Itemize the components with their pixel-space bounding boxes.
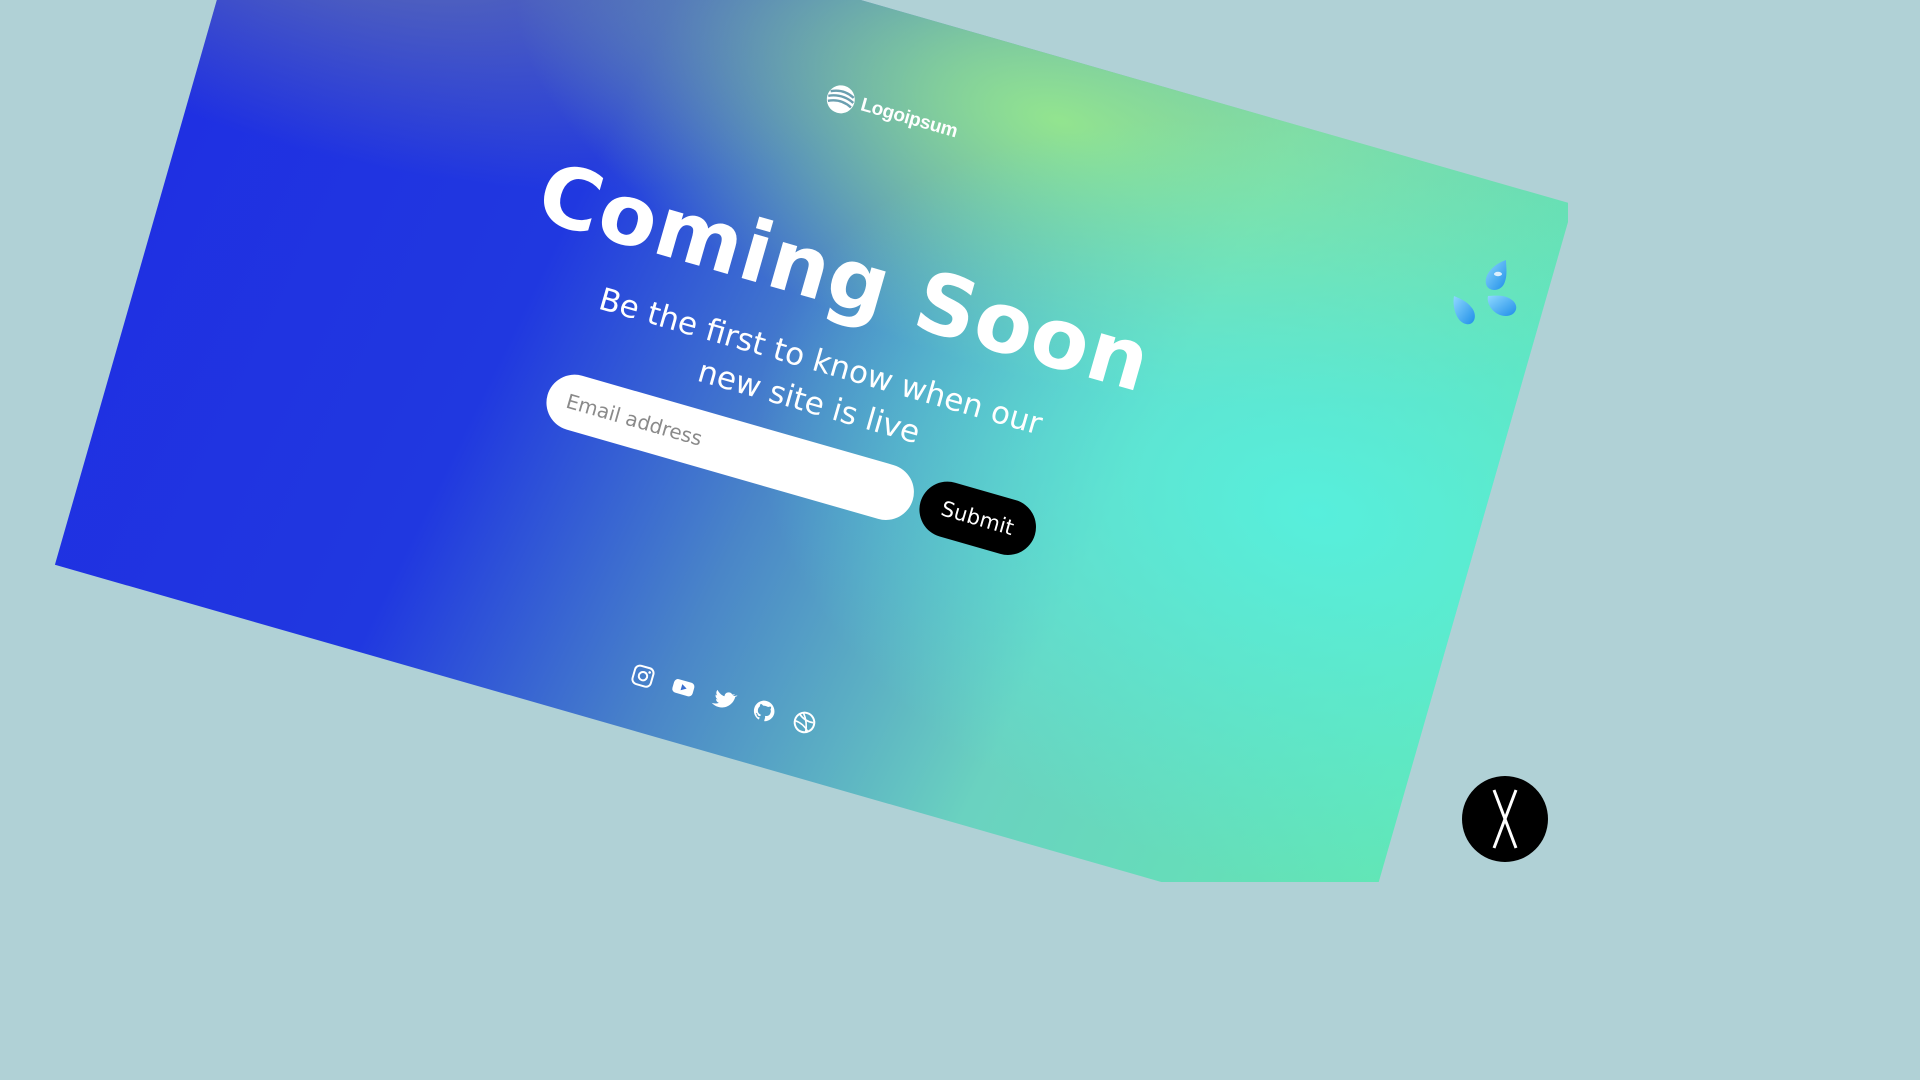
brand-logo[interactable]: Logoipsum	[822, 81, 961, 147]
sweat-droplets-icon	[1453, 260, 1517, 325]
youtube-icon[interactable]	[669, 673, 699, 703]
brand-name: Logoipsum	[858, 94, 960, 143]
social-links	[628, 661, 819, 737]
dribbble-icon[interactable]	[790, 708, 820, 738]
instagram-icon[interactable]	[628, 661, 658, 691]
landing-page-card: Logoipsum Coming Soon Be the first to kn…	[54, 0, 1568, 882]
logo-mark-icon	[826, 85, 855, 114]
github-icon[interactable]	[749, 696, 779, 726]
screen: Logoipsum Coming Soon Be the first to kn…	[0, 0, 1568, 882]
x-logo-badge[interactable]	[1462, 776, 1548, 862]
twitter-icon[interactable]	[709, 684, 739, 714]
submit-button[interactable]: Submit	[912, 474, 1043, 562]
x-logo-icon	[1492, 789, 1518, 849]
